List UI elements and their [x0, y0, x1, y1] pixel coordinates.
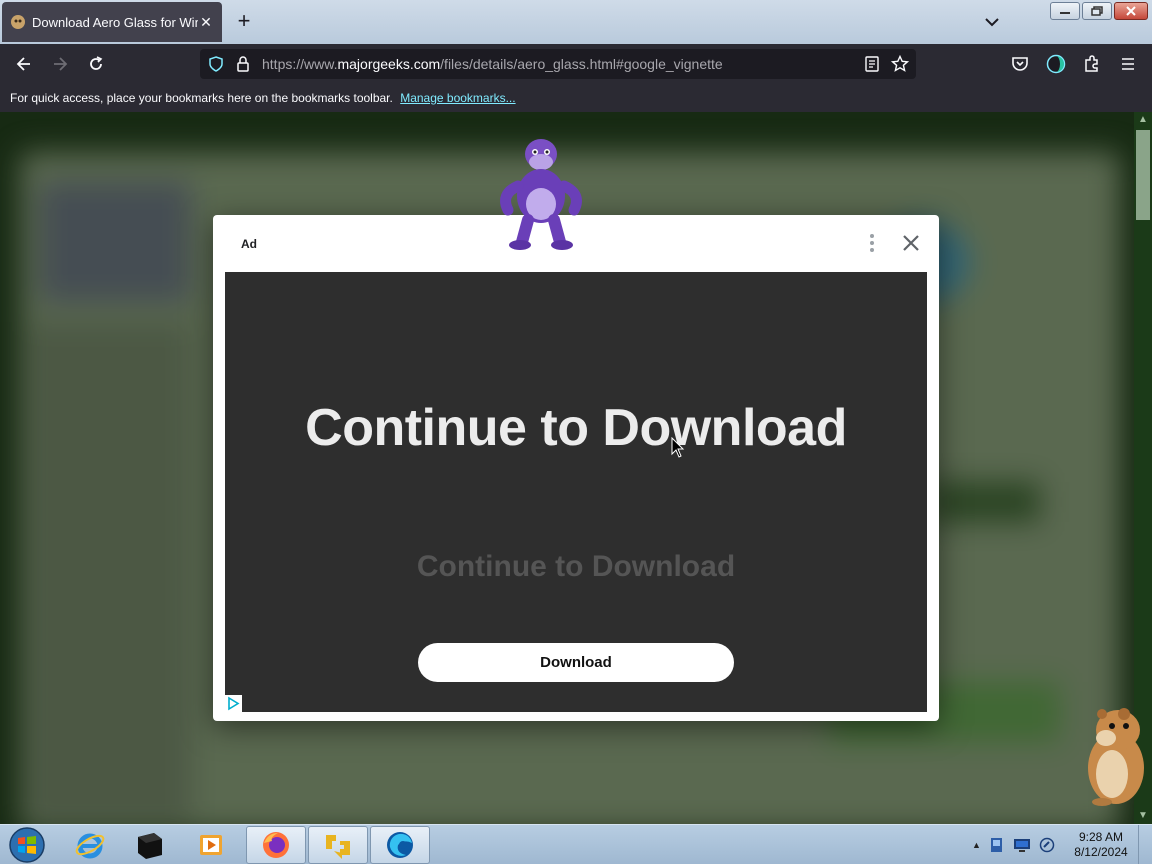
reload-icon[interactable]	[86, 54, 106, 74]
browser-tab[interactable]: Download Aero Glass for Windo ✕	[2, 2, 222, 42]
tracking-protection-shield-icon[interactable]	[208, 56, 224, 72]
forward-arrow-icon[interactable]	[50, 54, 70, 74]
taskbar-app-yellow[interactable]	[308, 826, 368, 864]
ad-subline: Continue to Download	[416, 550, 736, 583]
system-tray: ▲	[972, 835, 1055, 855]
bookmark-star-icon[interactable]	[891, 55, 909, 73]
account-icon[interactable]	[1046, 54, 1066, 74]
url-host: majorgeeks.com	[337, 56, 441, 72]
hamster-mascot-icon[interactable]	[1078, 704, 1148, 808]
tab-strip: Download Aero Glass for Windo ✕ +	[0, 0, 1152, 44]
taskbar-firefox[interactable]	[246, 826, 306, 864]
back-arrow-icon[interactable]	[14, 54, 34, 74]
more-options-icon[interactable]	[863, 231, 881, 255]
minimize-icon	[1060, 12, 1070, 14]
internet-explorer-icon	[75, 833, 105, 859]
restore-button[interactable]	[1082, 2, 1112, 20]
yellow-arrows-app-icon	[326, 835, 350, 859]
hamburger-menu-icon[interactable]	[1118, 54, 1138, 74]
scroll-up-arrow-icon[interactable]: ▲	[1134, 112, 1152, 128]
edge-icon	[387, 832, 413, 858]
scrollbar-thumb[interactable]	[1136, 130, 1150, 220]
ad-headline: Continue to Download	[305, 399, 847, 457]
taskbar-edge[interactable]	[370, 826, 430, 864]
lock-icon[interactable]	[236, 55, 250, 73]
manage-bookmarks-link[interactable]: Manage bookmarks...	[400, 91, 515, 105]
extensions-puzzle-icon[interactable]	[1082, 54, 1102, 74]
url-text: https://www.majorgeeks.com/files/details…	[262, 56, 723, 72]
reader-view-icon[interactable]	[864, 56, 880, 72]
ad-label: Ad	[241, 237, 257, 251]
taskbar-app-black[interactable]	[120, 826, 180, 864]
url-path: /files/details/aero_glass.html#google_vi…	[440, 56, 723, 72]
majorgeeks-favicon-icon	[11, 15, 25, 29]
show-desktop-button[interactable]	[1138, 825, 1152, 864]
taskbar-internet-explorer[interactable]	[60, 826, 120, 864]
close-window-button[interactable]	[1114, 2, 1148, 20]
download-button[interactable]: Download	[418, 643, 734, 682]
tray-app-icon[interactable]	[989, 837, 1005, 853]
tab-title: Download Aero Glass for Windo	[32, 14, 198, 30]
firefox-icon	[263, 832, 289, 858]
black-box-app-icon	[138, 833, 162, 859]
window-controls	[1050, 2, 1148, 20]
bookmarks-toolbar: For quick access, place your bookmarks h…	[0, 84, 1152, 112]
purple-gorilla-mascot-icon[interactable]	[496, 134, 586, 252]
network-monitor-icon[interactable]	[1013, 837, 1031, 853]
scroll-down-arrow-icon[interactable]: ▼	[1134, 808, 1152, 824]
windows-taskbar: ▲ 9:28 AM 8/12/2024	[0, 824, 1152, 864]
clock-time: 9:28 AM	[1078, 830, 1124, 844]
url-prefix: https://www.	[262, 56, 338, 72]
volume-icon[interactable]	[1039, 837, 1055, 853]
taskbar-clock[interactable]: 9:28 AM 8/12/2024	[1068, 830, 1134, 860]
minimize-button[interactable]	[1050, 2, 1080, 20]
clock-date: 8/12/2024	[1074, 845, 1128, 859]
new-tab-button[interactable]: +	[232, 10, 256, 34]
adchoices-icon[interactable]	[225, 695, 242, 712]
ad-vignette-dialog: Ad Continue to Download Continue to Down…	[213, 215, 939, 721]
address-bar[interactable]: https://www.majorgeeks.com/files/details…	[200, 49, 916, 79]
navigation-toolbar: https://www.majorgeeks.com/files/details…	[0, 44, 1152, 84]
list-all-tabs-icon[interactable]	[982, 12, 1002, 32]
close-ad-icon[interactable]	[899, 231, 923, 255]
tab-close-icon[interactable]: ✕	[198, 14, 214, 30]
taskbar-media-player[interactable]	[182, 826, 242, 864]
bookmarks-empty-message: For quick access, place your bookmarks h…	[10, 91, 393, 105]
close-icon	[1126, 6, 1136, 16]
pocket-icon[interactable]	[1010, 54, 1030, 74]
show-hidden-icons-icon[interactable]: ▲	[972, 840, 981, 850]
media-player-icon	[200, 835, 222, 855]
mouse-cursor-icon	[671, 437, 685, 458]
start-button-icon[interactable]	[4, 826, 50, 864]
restore-icon	[1091, 6, 1103, 16]
ad-creative[interactable]: Continue to Download Continue to Downloa…	[225, 272, 927, 712]
